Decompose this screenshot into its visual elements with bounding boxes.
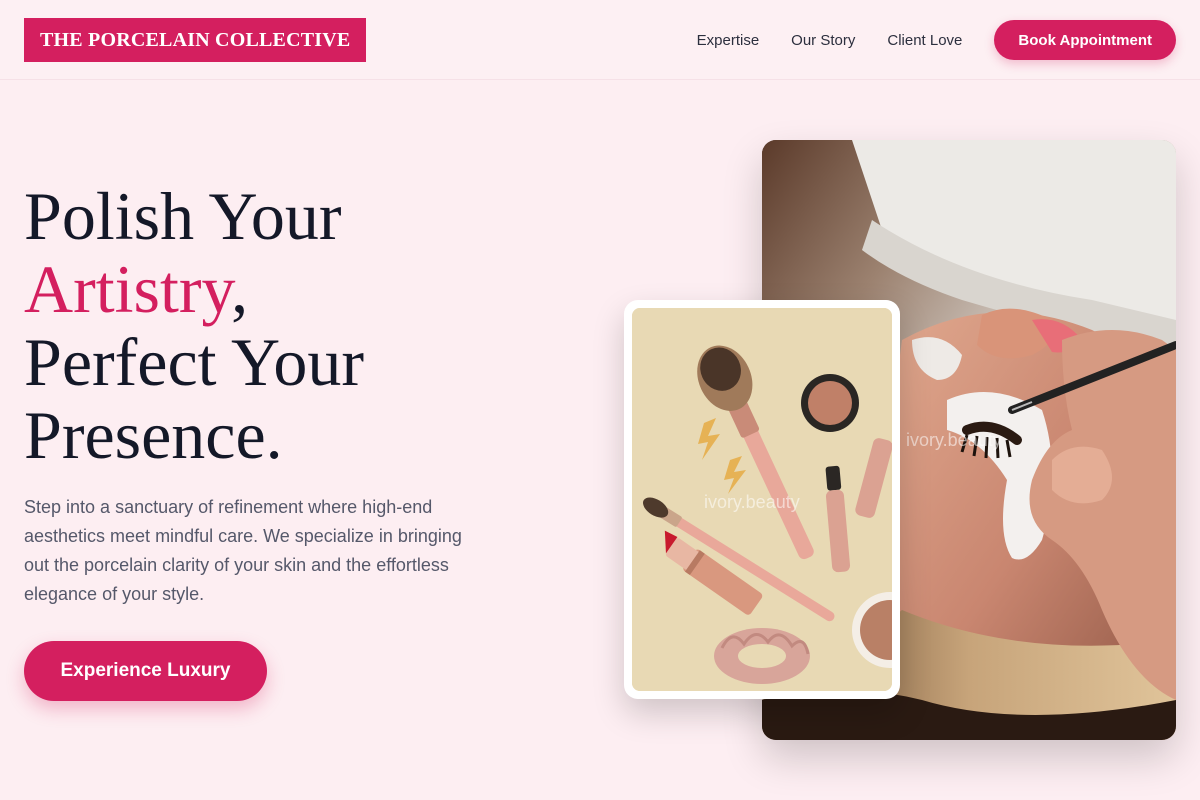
hero-headline: Polish Your Artistry, Perfect Your Presence… [24,180,584,472]
nav-link-expertise[interactable]: Expertise [697,32,760,49]
headline-line-3: Perfect Your [24,324,364,400]
brand-logo[interactable]: THE PORCELAIN COLLECTIVE [24,18,367,62]
main-nav: Expertise Our Story Client Love Book App… [697,20,1176,60]
book-appointment-button[interactable]: Book Appointment [994,20,1176,60]
makeup-products-card: ivory.beauty [624,300,900,699]
headline-line-4: Presence. [24,397,283,473]
headline-accent-word: Artistry [24,251,232,327]
hero-description: Step into a sanctuary of refinement wher… [24,497,462,604]
experience-luxury-button[interactable]: Experience Luxury [24,641,267,701]
headline-line-1: Polish Your [24,178,342,254]
site-header: THE PORCELAIN COLLECTIVE Expertise Our S… [0,0,1200,80]
nav-link-client-love[interactable]: Client Love [887,32,962,49]
headline-comma: , [231,251,249,327]
nav-link-our-story[interactable]: Our Story [791,32,855,49]
makeup-products-photo: ivory.beauty [632,308,892,691]
card-photo-watermark: ivory.beauty [704,492,800,512]
main-photo-watermark: ivory.beauty [906,430,1002,450]
